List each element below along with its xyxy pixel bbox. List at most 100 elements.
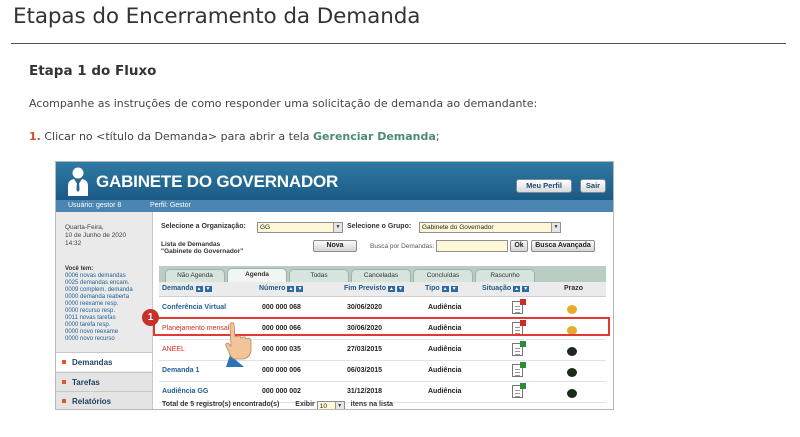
you-have-label: Você tem: — [65, 266, 94, 272]
demand-type: Audiência — [428, 388, 462, 395]
list-title-line2: "Gabinete do Governador" — [161, 248, 244, 255]
tab-agenda[interactable]: Agenda — [227, 268, 287, 282]
bullet-icon — [62, 399, 66, 403]
status-badge — [520, 299, 526, 305]
demand-number: 000 000 035 — [262, 346, 301, 353]
per-page-value: 10 — [319, 403, 327, 410]
demand-title-link[interactable]: Conferência Virtual — [162, 304, 226, 311]
status-document-icon[interactable] — [512, 341, 526, 356]
chevron-down-icon[interactable]: ▼ — [333, 223, 342, 232]
status-document-icon[interactable] — [512, 383, 526, 398]
app-screenshot: GABINETE DO GOVERNADOR Meu Perfil Sair U… — [55, 161, 614, 410]
demand-title-link[interactable]: ANEEL — [162, 346, 185, 353]
chevron-down-icon[interactable]: ▼ — [551, 223, 560, 232]
new-demand-button[interactable]: Nova — [313, 240, 357, 252]
table-footer: Total de 5 registro(s) encontrado(s) Exi… — [162, 399, 394, 410]
col-demanda[interactable]: Demanda ▲ ▼ — [162, 285, 212, 292]
table-row[interactable]: Conferência Virtual 000 000 068 30/06/2020… — [159, 298, 606, 319]
deadline-indicator-icon — [567, 347, 577, 356]
group-select[interactable]: Gabinete do Governador ▼ — [419, 222, 561, 233]
tab-concluidas[interactable]: Concluídas — [413, 269, 473, 282]
sort-asc-icon[interactable]: ▲ — [195, 286, 203, 292]
sort-desc-icon[interactable]: ▼ — [204, 286, 212, 292]
total-records: Total de 5 registro(s) encontrado(s) — [162, 401, 280, 408]
status-document-icon[interactable] — [512, 362, 526, 377]
app-header: GABINETE DO GOVERNADOR Meu Perfil Sair — [56, 162, 613, 200]
sort-asc-icon[interactable]: ▲ — [513, 286, 521, 292]
demand-number: 000 000 006 — [262, 367, 301, 374]
sort-desc-icon[interactable]: ▼ — [397, 286, 405, 292]
tab-nao-agenda[interactable]: Não Agenda — [165, 269, 225, 282]
user-bar: Usuário: gestor 8 Perfil: Gestor — [56, 200, 613, 212]
ok-button[interactable]: Ok — [510, 240, 528, 252]
counter-item[interactable]: 0000 reexame resp. — [65, 301, 118, 307]
intro-text: Acompanhe as instruções de como responde… — [29, 97, 538, 110]
sort-asc-icon[interactable]: ▲ — [287, 286, 295, 292]
status-badge — [520, 383, 526, 389]
counter-item[interactable]: 0011 novas tarefas — [65, 315, 116, 321]
counter-item[interactable]: 0000 novo recurso — [65, 336, 115, 342]
col-prazo: Prazo — [564, 285, 584, 292]
step-title: Etapa 1 do Fluxo — [29, 63, 157, 79]
per-page-select[interactable]: 10 ▼ — [316, 401, 345, 410]
tab-rascunho[interactable]: Rascunho — [475, 269, 535, 282]
date-time: 14:32 — [65, 240, 82, 247]
sort-desc-icon[interactable]: ▼ — [450, 286, 458, 292]
counter-item[interactable]: 0000 recurso resp. — [65, 308, 115, 314]
tab-bar: Não Agenda Agenda Todas Canceladas Concl… — [159, 266, 606, 282]
counter-item[interactable]: 0006 novas demandas — [65, 273, 126, 279]
demand-due-date: 30/06/2020 — [347, 304, 383, 311]
sidebar-item-tarefas[interactable]: Tarefas — [56, 372, 152, 391]
status-document-icon[interactable] — [512, 299, 526, 314]
profile-label: Perfil: Gestor — [150, 202, 191, 209]
org-select[interactable]: GG ▼ — [257, 222, 343, 233]
col-numero[interactable]: Número ▲ ▼ — [259, 285, 304, 292]
col-situacao[interactable]: Situação ▲ ▼ — [482, 285, 530, 292]
counter-item[interactable]: 0025 demandas encam. — [65, 280, 129, 286]
bullet-icon — [62, 380, 66, 384]
per-page-suffix: itens na lista — [350, 401, 394, 408]
advanced-search-button[interactable]: Busca Avançada — [531, 240, 595, 252]
exit-button[interactable]: Sair — [580, 179, 606, 193]
sort-desc-icon[interactable]: ▼ — [522, 286, 530, 292]
col-tipo[interactable]: Tipo ▲ ▼ — [425, 285, 458, 292]
tab-todas[interactable]: Todas — [289, 269, 349, 282]
governor-user-icon — [68, 167, 88, 196]
sidebar-item-demandas[interactable]: Demandas — [56, 352, 152, 371]
sort-asc-icon[interactable]: ▲ — [441, 286, 449, 292]
demand-type: Audiência — [428, 304, 462, 311]
sort-desc-icon[interactable]: ▼ — [296, 286, 304, 292]
my-profile-button[interactable]: Meu Perfil — [516, 179, 572, 193]
exibir-label: Exibir — [295, 401, 315, 408]
list-title-line1: Lista de Demandas — [161, 241, 221, 248]
date-weekday: Quarta-Feira, — [65, 224, 104, 231]
demand-title-link[interactable]: Audiência GG — [162, 388, 208, 395]
demand-due-date: 06/03/2015 — [347, 367, 383, 374]
counter-item[interactable]: 0000 novo reexame — [65, 329, 118, 335]
title-divider — [11, 43, 786, 44]
deadline-indicator-icon — [567, 389, 577, 398]
sidebar-item-label: Relatórios — [72, 397, 112, 406]
step-marker: 1 — [142, 309, 159, 326]
demand-title-link[interactable]: Demanda 1 — [162, 367, 199, 374]
counter-item[interactable]: 0000 demanda reaberta — [65, 294, 129, 300]
group-label: Selecione o Grupo: — [347, 223, 412, 230]
user-label: Usuário: gestor 8 — [68, 202, 122, 209]
status-badge — [520, 362, 526, 368]
instruction-text: Clicar no <título da Demanda> para abrir… — [40, 130, 314, 143]
deadline-indicator-icon — [567, 305, 577, 314]
col-fim-previsto[interactable]: Fim Previsto ▲ ▼ — [344, 285, 405, 292]
demand-due-date: 27/03/2015 — [347, 346, 383, 353]
counter-item[interactable]: 0000 tarefa resp. — [65, 322, 110, 328]
instruction-end: ; — [435, 130, 440, 143]
tab-canceladas[interactable]: Canceladas — [351, 269, 411, 282]
sort-asc-icon[interactable]: ▲ — [388, 286, 396, 292]
table-header: Demanda ▲ ▼ Número ▲ ▼ Fim Previsto ▲ ▼ Tipo ▲ ▼… — [159, 282, 606, 297]
list-title: Lista de Demandas "Gabinete do Governado… — [161, 241, 243, 255]
sidebar-item-relatorios[interactable]: Relatórios — [56, 391, 152, 409]
chevron-down-icon[interactable]: ▼ — [334, 402, 344, 409]
counter-item[interactable]: 0009 complem. demanda — [65, 287, 133, 293]
demand-number: 000 000 002 — [262, 388, 301, 395]
search-input[interactable] — [436, 240, 508, 252]
gerenciar-demanda-link[interactable]: Gerenciar Demanda — [313, 130, 436, 143]
